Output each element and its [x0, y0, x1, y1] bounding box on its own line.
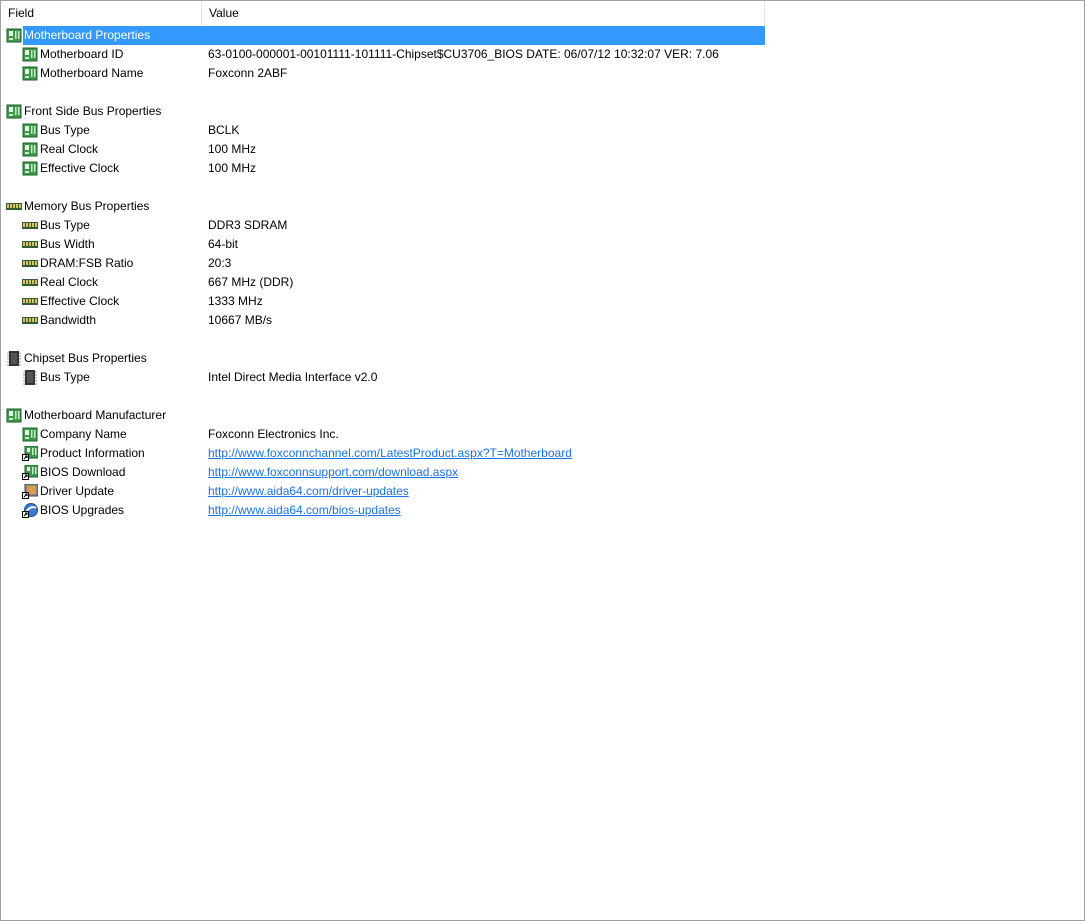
field-value: 667 MHz (DDR): [208, 275, 294, 289]
table-row[interactable]: Motherboard ID 63-0100-000001-00101111-10…: [1, 45, 765, 64]
field-label: Front Side Bus Properties: [24, 104, 162, 118]
driver-update-icon: [22, 483, 39, 499]
table-row[interactable]: DRAM:FSB Ratio 20:3: [1, 254, 765, 273]
field-value: 100 MHz: [208, 142, 257, 156]
table-row[interactable]: Motherboard Name Foxconn 2ABF: [1, 64, 765, 83]
table-row[interactable]: Driver Update http://www.aida64.com/drive…: [1, 482, 765, 501]
field-label: Company Name: [40, 427, 127, 441]
field-value: 1333 MHz: [208, 294, 263, 308]
field-label: Real Clock: [40, 275, 99, 289]
group-row[interactable]: Memory Bus Properties: [1, 197, 765, 216]
blank-row: [1, 387, 765, 406]
field-label: Bus Type: [40, 370, 90, 384]
field-label: Effective Clock: [40, 161, 120, 175]
motherboard-icon: [22, 142, 38, 157]
group-row[interactable]: Front Side Bus Properties: [1, 102, 765, 121]
properties-list: Motherboard Properties Motherboard ID 63-0…: [1, 26, 765, 520]
field-label: DRAM:FSB Ratio: [40, 256, 134, 270]
memory-icon: [22, 313, 38, 328]
chip-icon: [6, 351, 22, 366]
field-value: 20:3: [208, 256, 232, 270]
table-row[interactable]: Real Clock 667 MHz (DDR): [1, 273, 765, 292]
value-link[interactable]: http://www.aida64.com/driver-updates: [208, 482, 409, 501]
memory-icon: [22, 218, 38, 233]
field-value: BCLK: [208, 123, 240, 137]
field-label: BIOS Upgrades: [40, 503, 125, 517]
field-label: Motherboard Manufacturer: [24, 408, 167, 422]
value-link[interactable]: http://www.foxconnsupport.com/download.a…: [208, 463, 458, 482]
table-row[interactable]: Bandwidth 10667 MB/s: [1, 311, 765, 330]
memory-icon: [22, 237, 38, 252]
field-label: Product Information: [40, 446, 145, 460]
motherboard-icon: [6, 28, 22, 43]
group-row[interactable]: Chipset Bus Properties: [1, 349, 765, 368]
motherboard-icon: [22, 66, 38, 81]
table-row[interactable]: Bus Type BCLK: [1, 121, 765, 140]
value-link[interactable]: http://www.aida64.com/bios-updates: [208, 501, 401, 520]
list-header: Field Value: [1, 1, 765, 26]
field-value: 100 MHz: [208, 161, 257, 175]
table-row[interactable]: Bus Type DDR3 SDRAM: [1, 216, 765, 235]
field-label: Effective Clock: [40, 294, 120, 308]
motherboard-link-icon: [22, 445, 39, 461]
motherboard-icon: [22, 47, 38, 62]
field-value: Intel Direct Media Interface v2.0: [208, 370, 378, 384]
memory-icon: [6, 199, 22, 214]
field-value: 63-0100-000001-00101111-101111-Chipset$C…: [208, 47, 719, 61]
table-row[interactable]: Bus Width 64-bit: [1, 235, 765, 254]
field-label: Memory Bus Properties: [24, 199, 150, 213]
field-label: BIOS Download: [40, 465, 126, 479]
motherboard-icon: [22, 123, 38, 138]
field-label: Bus Type: [40, 218, 90, 232]
bios-upgrade-icon: [22, 503, 38, 518]
field-value: Foxconn 2ABF: [208, 66, 288, 80]
field-label: Real Clock: [40, 142, 99, 156]
motherboard-icon: [22, 427, 38, 442]
motherboard-icon: [22, 161, 38, 176]
field-value: Foxconn Electronics Inc.: [208, 427, 339, 441]
blank-row: [1, 178, 765, 197]
field-label: Driver Update: [40, 484, 115, 498]
chip-icon: [22, 370, 38, 385]
field-label: Bus Width: [40, 237, 95, 251]
field-value: DDR3 SDRAM: [208, 218, 288, 232]
field-label: Motherboard Properties: [23, 26, 765, 45]
field-label: Motherboard Name: [40, 66, 144, 80]
blank-row: [1, 330, 765, 349]
motherboard-icon: [6, 104, 22, 119]
table-row[interactable]: Effective Clock 100 MHz: [1, 159, 765, 178]
memory-icon: [22, 294, 38, 309]
value-link[interactable]: http://www.foxconnchannel.com/LatestProd…: [208, 444, 572, 463]
table-row[interactable]: Effective Clock 1333 MHz: [1, 292, 765, 311]
blank-row: [1, 83, 765, 102]
memory-icon: [22, 256, 38, 271]
table-row[interactable]: Company Name Foxconn Electronics Inc.: [1, 425, 765, 444]
table-row[interactable]: Bus Type Intel Direct Media Interface v2.…: [1, 368, 765, 387]
field-value: 64-bit: [208, 237, 239, 251]
column-header-value[interactable]: Value: [202, 1, 765, 26]
motherboard-icon: [6, 408, 22, 423]
group-row[interactable]: Motherboard Manufacturer: [1, 406, 765, 425]
memory-icon: [22, 275, 38, 290]
field-label: Chipset Bus Properties: [24, 351, 147, 365]
field-label: Bus Type: [40, 123, 90, 137]
column-header-field[interactable]: Field: [1, 1, 202, 26]
table-row[interactable]: BIOS Download http://www.foxconnsupport.c…: [1, 463, 765, 482]
group-row[interactable]: Motherboard Properties: [1, 26, 765, 45]
field-label: Bandwidth: [40, 313, 97, 327]
table-row[interactable]: BIOS Upgrades http://www.aida64.com/bios-…: [1, 501, 765, 520]
motherboard-link-icon: [22, 464, 39, 480]
table-row[interactable]: Real Clock 100 MHz: [1, 140, 765, 159]
field-label: Motherboard ID: [40, 47, 124, 61]
table-row[interactable]: Product Information http://www.foxconncha…: [1, 444, 765, 463]
field-value: 10667 MB/s: [208, 313, 273, 327]
